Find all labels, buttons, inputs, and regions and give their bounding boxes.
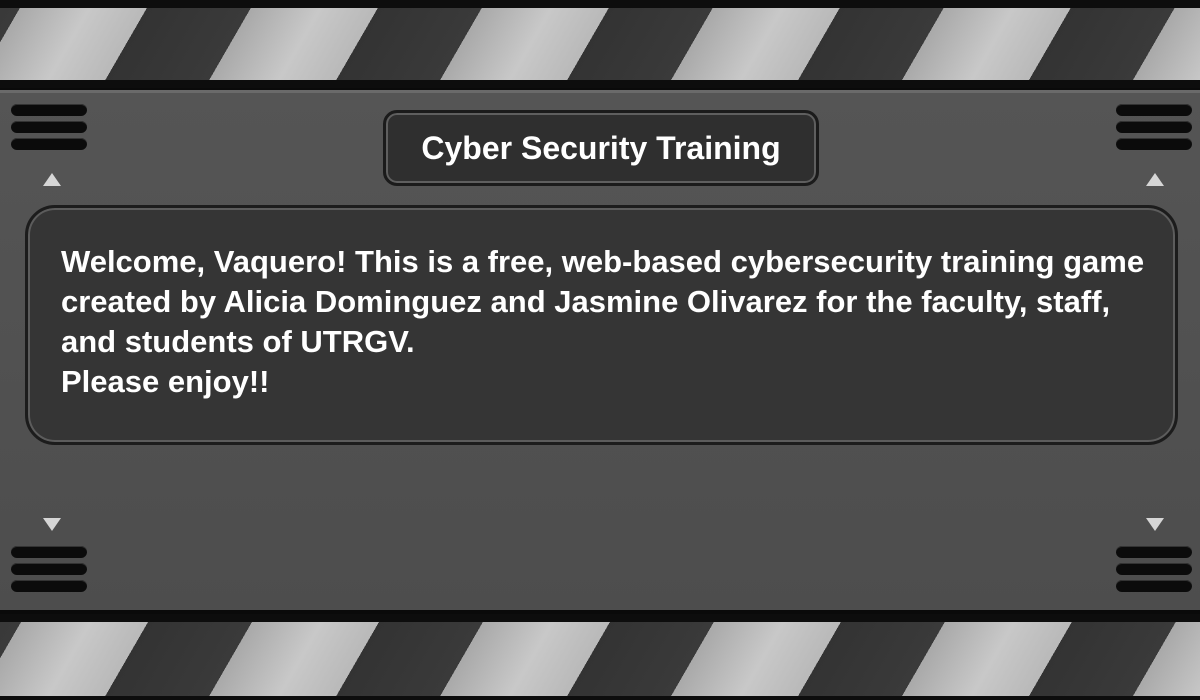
game-title: Cyber Security Training: [421, 129, 781, 166]
metal-panel: Cyber Security Training Welcome, Vaquero…: [0, 90, 1200, 610]
vent-grille-icon: [11, 546, 87, 597]
top-hazard-stripe: [0, 0, 1200, 92]
vent-grille-icon: [1116, 104, 1192, 155]
scroll-up-icon[interactable]: [1146, 173, 1164, 186]
message-box: Welcome, Vaquero! This is a free, web-ba…: [25, 205, 1178, 445]
vent-grille-icon: [1116, 546, 1192, 597]
title-plate: Cyber Security Training: [383, 110, 819, 186]
scroll-down-icon[interactable]: [43, 518, 61, 531]
vent-grille-icon: [11, 104, 87, 155]
game-screen: Cyber Security Training Welcome, Vaquero…: [0, 0, 1200, 700]
scroll-up-icon[interactable]: [43, 173, 61, 186]
bottom-hazard-stripe: [0, 610, 1200, 700]
scroll-down-icon[interactable]: [1146, 518, 1164, 531]
welcome-message: Welcome, Vaquero! This is a free, web-ba…: [61, 244, 1145, 359]
enjoy-message: Please enjoy!!: [61, 364, 270, 399]
